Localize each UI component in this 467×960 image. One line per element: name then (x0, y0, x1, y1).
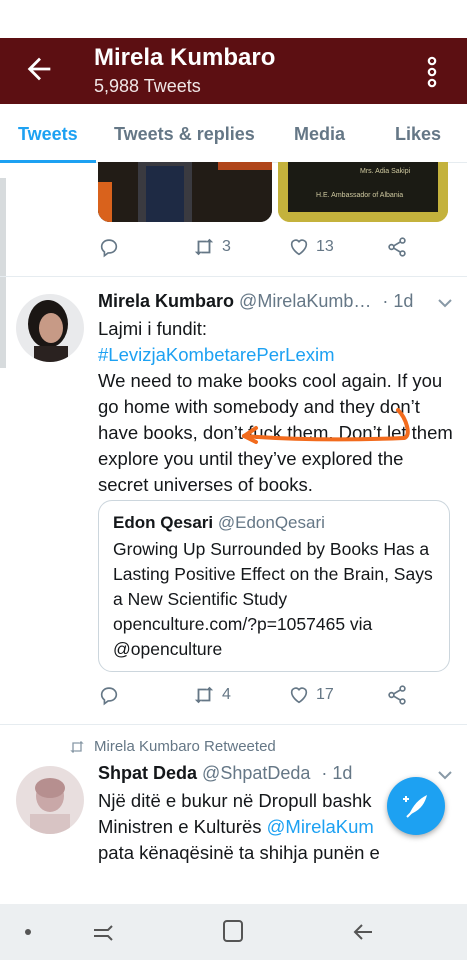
compose-feather-icon (403, 795, 427, 818)
tweet-text-line3: pata kënaqësinë ta shihja punën e (98, 842, 380, 863)
share-button[interactable] (386, 684, 408, 706)
chevron-down-icon[interactable] (436, 296, 454, 310)
author-name[interactable]: Mirela Kumbaro (98, 291, 234, 311)
author-handle[interactable]: @MirelaKumb… (239, 291, 371, 311)
image-caption-title: H.E. Ambassador of Albania (316, 192, 404, 199)
tweet-author-line: Mirela Kumbaro @MirelaKumb… · 1d (98, 291, 413, 312)
tweet-time: · 1d (321, 763, 353, 783)
tweet-time: · 1d (382, 291, 414, 311)
quoted-author-name: Edon Qesari (113, 513, 214, 532)
reply-icon (100, 239, 118, 258)
retweet-icon (194, 686, 214, 704)
quoted-tweet[interactable]: Edon Qesari @EdonQesari Growing Up Surro… (98, 500, 450, 672)
tab-tweets[interactable]: Tweets (18, 124, 78, 145)
quoted-tweet-text: Growing Up Surrounded by Books Has a Las… (113, 539, 433, 659)
retweeted-by-text: Mirela Kumbaro Retweeted (94, 738, 276, 755)
author-handle[interactable]: @ShpatDeda (202, 763, 310, 783)
retweet-button[interactable]: 4 (192, 684, 231, 706)
reply-button[interactable] (98, 684, 120, 706)
image-caption-name: Mrs. Adia Sakipi (360, 168, 411, 175)
hashtag-link[interactable]: #LevizjaKombetarePerLexim (98, 342, 454, 368)
retweet-icon (70, 740, 84, 753)
tweet-media-image-2[interactable]: Mrs. Adia Sakipi H.E. Ambassador of Alba… (278, 162, 448, 222)
like-count: 13 (316, 238, 334, 255)
retweeted-by-line: Mirela Kumbaro Retweeted (68, 738, 276, 755)
like-button[interactable]: 17 (288, 684, 334, 706)
profile-header: Mirela Kumbaro 5,988 Tweets (0, 38, 467, 104)
tweet-count: 5,988 Tweets (94, 76, 201, 96)
back-arrow-icon[interactable] (22, 52, 56, 86)
dot-icon (25, 929, 31, 935)
home-icon[interactable] (221, 918, 245, 944)
avatar[interactable] (16, 294, 84, 362)
avatar[interactable] (16, 766, 84, 834)
reply-button[interactable] (98, 236, 120, 258)
tweet-media-image-1[interactable] (98, 162, 272, 222)
share-button[interactable] (386, 236, 408, 258)
reply-icon (100, 687, 118, 706)
heart-icon (290, 239, 308, 256)
compose-tweet-button[interactable] (387, 777, 445, 835)
tab-tweets-replies[interactable]: Tweets & replies (114, 124, 255, 145)
share-icon (388, 237, 406, 257)
share-icon (388, 685, 406, 705)
active-tab-indicator (0, 160, 96, 163)
profile-tabs: Tweets Tweets & replies Media Likes (0, 104, 467, 163)
tweet-text-line2-prefix: Ministren e Kulturës (98, 816, 267, 837)
like-button[interactable]: 13 (288, 236, 334, 258)
annotation-underline (242, 408, 410, 444)
profile-name-title: Mirela Kumbaro (94, 44, 276, 71)
tweet-divider (0, 276, 467, 277)
mention-link[interactable]: @MirelaKum (267, 816, 374, 837)
quoted-author-line: Edon Qesari @EdonQesari (113, 513, 325, 533)
tweet-author-line: Shpat Deda @ShpatDeda · 1d (98, 763, 352, 784)
retweet-icon (194, 238, 214, 256)
tweet-actions: 3 13 (98, 236, 458, 266)
side-panel-edge (0, 178, 6, 368)
retweet-button[interactable]: 3 (192, 236, 231, 258)
author-name[interactable]: Shpat Deda (98, 763, 197, 783)
tweet-divider (0, 724, 467, 725)
tab-media[interactable]: Media (294, 124, 345, 145)
tab-likes[interactable]: Likes (395, 124, 441, 145)
like-count: 17 (316, 686, 334, 703)
quoted-author-handle: @EdonQesari (217, 513, 325, 532)
heart-icon (290, 687, 308, 704)
system-navigation-bar (0, 904, 467, 960)
back-icon[interactable] (350, 920, 376, 944)
more-options-icon[interactable] (420, 52, 444, 92)
recent-apps-icon[interactable] (90, 920, 116, 944)
retweet-count: 3 (222, 238, 231, 255)
tweet-text-line1: Lajmi i fundit: (98, 318, 207, 339)
tweet-actions: 4 17 (98, 684, 458, 714)
retweet-count: 4 (222, 686, 231, 703)
